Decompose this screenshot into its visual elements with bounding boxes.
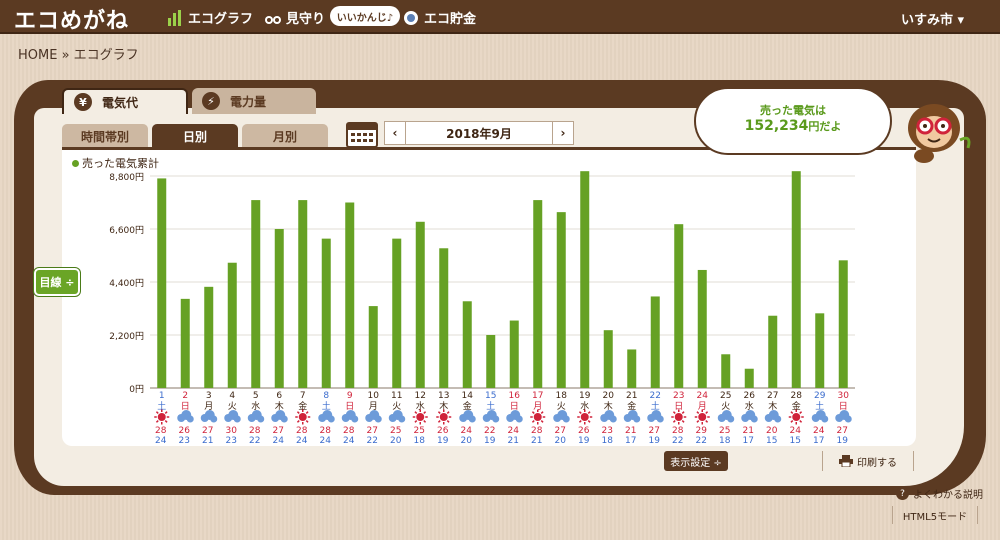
prev-month-button[interactable]: ‹ <box>384 121 406 145</box>
nav-eco-savings[interactable]: エコ貯金 <box>402 8 476 27</box>
status-bubble: いいかんじ♪ <box>330 6 400 26</box>
question-icon: ? <box>896 487 909 500</box>
print-label: 印刷する <box>857 457 897 469</box>
binoculars-icon <box>265 15 281 24</box>
legend-swatch <box>72 160 79 167</box>
html5-mode-button[interactable]: HTML5モード <box>892 506 978 524</box>
period-label: 2018年9月 <box>405 121 553 145</box>
chart-area <box>62 150 916 446</box>
legend-label: 売った電気累計 <box>82 157 159 170</box>
monkey-mascot-icon <box>908 104 971 163</box>
tab-hourly[interactable]: 時間帯別 <box>62 124 148 148</box>
nav-mimamori[interactable]: 見守り <box>264 8 325 27</box>
sold-amount-line: 152,234円だよ <box>696 118 890 134</box>
tab-electricity-cost[interactable]: ¥ 電気代 <box>62 88 188 114</box>
top-header: エコめがね エコグラフ 見守り いいかんじ♪ エコ貯金 いすみ市 ▾ <box>0 0 1000 34</box>
sold-amount: 152,234 <box>744 118 809 134</box>
yen-icon: ¥ <box>74 93 92 111</box>
sold-label: 売った電気は <box>760 104 826 117</box>
sold-electricity-bubble: 売った電気は 152,234円だよ <box>694 87 892 155</box>
nav-ecograph-label: エコグラフ <box>188 12 254 27</box>
help-link[interactable]: ? よくわかる説明 <box>896 486 983 501</box>
next-month-button[interactable]: › <box>552 121 574 145</box>
print-button[interactable]: 印刷する <box>822 451 914 471</box>
nav-ecograph[interactable]: エコグラフ <box>166 8 253 27</box>
display-settings-button[interactable]: 表示設定 ÷ <box>664 451 728 471</box>
app-logo[interactable]: エコめがね <box>14 3 129 35</box>
help-label: よくわかる説明 <box>913 490 983 501</box>
printer-icon <box>839 455 853 467</box>
coin-icon <box>404 10 418 25</box>
tab-electricity-usage[interactable]: ⚡ 電力量 <box>192 88 316 114</box>
tab-electricity-cost-label: 電気代 <box>102 95 139 110</box>
nav-eco-savings-label: エコ貯金 <box>424 12 477 27</box>
target-button[interactable]: 目線 ÷ <box>34 268 80 296</box>
sold-unit: 円だよ <box>808 120 842 133</box>
calendar-icon[interactable] <box>346 120 378 148</box>
bar-chart-icon <box>168 9 181 26</box>
lightning-icon: ⚡ <box>202 92 220 110</box>
city-selector[interactable]: いすみ市 ▾ <box>901 9 964 28</box>
tab-monthly[interactable]: 月別 <box>242 124 328 148</box>
tab-electricity-usage-label: 電力量 <box>230 94 267 109</box>
breadcrumb[interactable]: HOME » エコグラフ <box>18 44 139 63</box>
chart-legend: 売った電気累計 <box>72 155 159 171</box>
tab-daily[interactable]: 日別 <box>152 124 238 148</box>
nav-mimamori-label: 見守り <box>286 12 326 27</box>
